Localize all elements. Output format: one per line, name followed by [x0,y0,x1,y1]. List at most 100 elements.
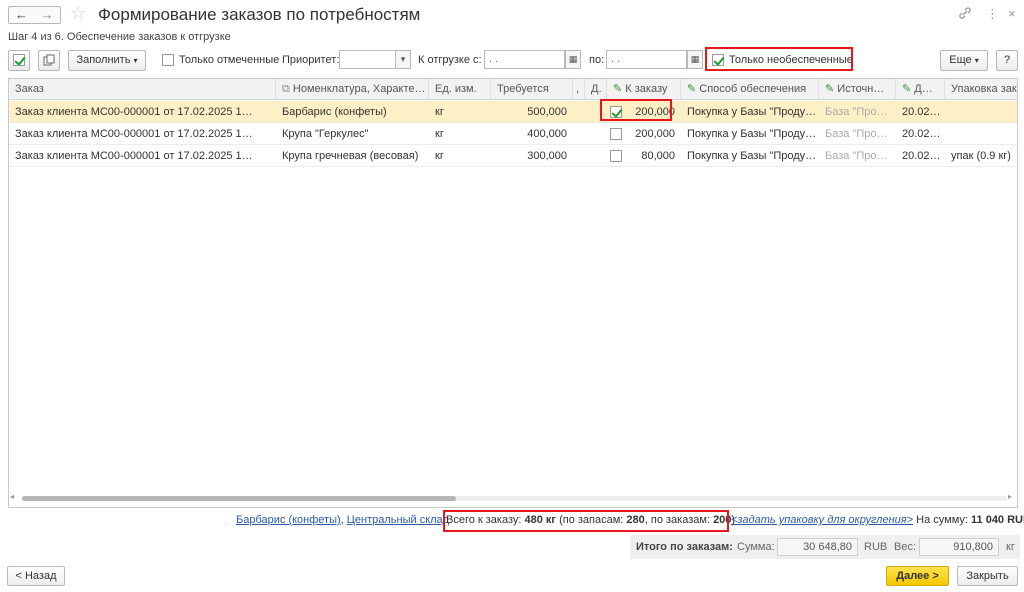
ship-to-date-input[interactable]: . . [606,50,687,69]
cell-method[interactable]: Покупка у Базы "Проду… [681,123,819,145]
set-pack-link[interactable]: <задать упаковку для округления> [731,514,913,526]
fill-button-label: Заполнить [76,54,131,66]
cell-required[interactable]: 400,000 [491,123,573,145]
table-row[interactable]: Заказ клиента МС00-000001 от 17.02.2025 … [9,101,1017,123]
copy-icon [43,54,55,66]
help-button[interactable]: ? [996,50,1018,71]
cell-unit[interactable]: кг [429,123,491,145]
cell-to-order[interactable]: 200,000 [624,123,681,145]
horizontal-scrollbar[interactable]: ◂ ▸ [8,492,1016,502]
total-prefix: Всего к заказу: [446,514,525,526]
dropdown-arrow-icon: ▾ [133,56,138,65]
check-all-icon [13,54,25,66]
column-date[interactable]: ✎ Д… [896,79,945,100]
totals-weight-unit: кг [1006,541,1015,553]
cell-source[interactable]: База "Про… [819,101,896,123]
back-button[interactable]: < Назад [7,566,65,586]
item-link[interactable]: Барбарис (конфеты) [236,514,341,526]
column-unit[interactable]: Ед. изм. [429,79,491,100]
favorite-star-icon[interactable]: ☆ [70,3,86,23]
column-item[interactable]: ⧉ Номенклатура, Характе… [276,79,429,100]
page-title: Формирование заказов по потребностям [98,5,421,24]
sum-value: 11 040 RUB [971,514,1024,526]
totals-currency: RUB [864,541,888,553]
column-to-order[interactable]: ✎ К заказу [607,79,681,100]
pencil-icon: ✎ [687,83,697,95]
totals-weight-value: 910,800 [919,538,999,556]
table-row[interactable]: Заказ клиента МС00-000001 от 17.02.2025 … [9,145,1017,167]
link-icon[interactable] [958,6,972,23]
cell-item[interactable]: Крупа гречневая (весовая) [276,145,429,167]
warehouse-link[interactable]: Центральный склад [347,514,449,526]
cell-date[interactable]: 20.02… [896,123,945,145]
separator-comma: , [340,514,344,526]
ship-to-label: по: [589,54,605,66]
forward-arrow-icon[interactable]: → [34,6,61,24]
back-arrow-icon[interactable]: ← [8,6,35,24]
column-item-label: Номенклатура, Характе… [292,83,426,95]
stock-value: 280 [626,514,645,526]
cell-date[interactable]: 20.02… [896,101,945,123]
cell-pack[interactable] [945,101,1017,123]
priority-select[interactable] [339,50,396,69]
scroll-thumb[interactable] [22,496,456,501]
cell-pack[interactable]: упак (0.9 кг) [945,145,1017,167]
cell-unit[interactable]: кг [429,145,491,167]
column-order[interactable]: Заказ [9,79,276,100]
cell-unit[interactable]: кг [429,101,491,123]
column-source[interactable]: ✎ Источн… [819,79,896,100]
tree-icon: ⧉ [282,83,290,95]
total-summary: Всего к заказу: 480 кг (по запасам: 280,… [446,514,735,526]
cell-required[interactable]: 500,000 [491,101,573,123]
table-header: Заказ ⧉ Номенклатура, Характе… Ед. изм. … [9,79,1017,100]
toolbar: Заполнить ▾ Только отмеченные Приоритет:… [0,47,1024,75]
cell-source[interactable]: База "Про… [819,145,896,167]
calendar-icon[interactable]: ▦ [687,50,703,69]
pencil-icon: ✎ [902,83,912,95]
cell-required[interactable]: 300,000 [491,145,573,167]
more-vertical-icon[interactable]: ⋮ [986,6,999,22]
column-pack[interactable]: Упаковка заказ [945,79,1017,100]
only-marked-checkbox[interactable] [162,54,174,66]
totals-weight-label: Вес: [894,541,917,553]
only-unsecured-checkbox[interactable] [712,54,724,66]
table-row[interactable]: Заказ клиента МС00-000001 от 17.02.2025 … [9,123,1017,145]
calendar-icon[interactable]: ▦ [565,50,581,69]
column-d[interactable]: Д. [585,79,607,100]
cell-method[interactable]: Покупка у Базы "Проду… [681,101,819,123]
cell-pack[interactable] [945,123,1017,145]
cell-item[interactable]: Барбарис (конфеты) [276,101,429,123]
close-button[interactable]: Закрыть [957,566,1018,586]
cell-to-order[interactable]: 200,000 [624,101,681,123]
step-subtitle: Шаг 4 из 6. Обеспечение заказов к отгруз… [8,31,231,43]
sum-label: На сумму: [913,514,972,526]
pencil-icon: ✎ [825,83,835,95]
cell-source[interactable]: База "Про… [819,123,896,145]
close-icon[interactable]: × [1008,6,1016,21]
scroll-right-icon[interactable]: ▸ [1008,492,1012,501]
column-comma[interactable]: , [573,79,585,100]
cell-item[interactable]: Крупа "Геркулес" [276,123,429,145]
check-all-button[interactable] [8,50,30,71]
row-checkbox[interactable] [610,106,622,118]
fill-button[interactable]: Заполнить ▾ [68,50,146,71]
copy-button[interactable] [38,50,60,71]
cell-method[interactable]: Покупка у Базы "Проду… [681,145,819,167]
orders-prefix: , по заказам: [644,514,714,526]
cell-order[interactable]: Заказ клиента МС00-000001 от 17.02.2025 … [9,101,276,123]
column-method[interactable]: ✎ Способ обеспечения [681,79,819,100]
scroll-left-icon[interactable]: ◂ [10,492,14,501]
cell-to-order[interactable]: 80,000 [624,145,681,167]
row-checkbox[interactable] [610,128,622,140]
next-button[interactable]: Далее > [886,566,949,586]
cell-date[interactable]: 20.02… [896,145,945,167]
column-required[interactable]: Требуется [491,79,573,100]
more-button[interactable]: Еще ▾ [940,50,988,71]
priority-dropdown-icon[interactable]: ▾ [395,50,411,69]
ship-from-date-input[interactable]: . . [484,50,565,69]
ship-from-label: К отгрузке с: [418,54,482,66]
column-to-order-label: К заказу [625,83,668,95]
cell-order[interactable]: Заказ клиента МС00-000001 от 17.02.2025 … [9,145,276,167]
row-checkbox[interactable] [610,150,622,162]
cell-order[interactable]: Заказ клиента МС00-000001 от 17.02.2025 … [9,123,276,145]
